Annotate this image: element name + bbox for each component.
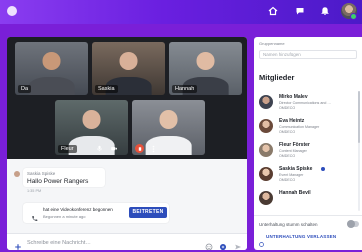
participant-name: Da (18, 85, 32, 93)
member-item[interactable]: Saskia Spiske Event Manager OMDECO (259, 165, 351, 187)
avatar (259, 191, 273, 205)
member-org: OMDECO (279, 178, 296, 182)
video-tile[interactable]: Saskia (92, 42, 165, 95)
mic-icon[interactable] (95, 144, 104, 153)
scrollbar-thumb[interactable] (358, 91, 360, 143)
attachment-icon[interactable] (219, 238, 227, 250)
message-text: Hallo Power Rangers (27, 178, 89, 185)
message-composer (7, 233, 247, 250)
member-org: OMDECO (279, 106, 296, 110)
toggle-knob (347, 220, 355, 228)
member-name: Saskia Spiske (279, 166, 313, 172)
camera-icon[interactable] (109, 144, 118, 153)
leave-conversation-link[interactable]: UNTERHALTUNG VERLASSEN (266, 234, 336, 239)
video-tile[interactable]: Hannah (169, 42, 242, 95)
member-item[interactable]: Hannah Bevil (259, 189, 351, 209)
message-input[interactable] (27, 237, 197, 248)
member-role: Content Manager (279, 149, 307, 153)
member-name: Eva Heintz (279, 118, 305, 124)
member-item[interactable]: Fleur Förster Content Manager OMDECO (259, 141, 351, 163)
send-icon[interactable] (234, 238, 242, 250)
members-scrollbar[interactable] (358, 91, 360, 211)
admin-badge (321, 167, 325, 171)
hangup-icon[interactable] (135, 144, 144, 153)
notice-time: Begonnen a minute ago (43, 214, 86, 219)
message-time: 1:35 PM (27, 189, 42, 193)
member-role: Communication Manager (279, 125, 320, 129)
mute-label: Unterhaltung stumm schalten (259, 222, 318, 227)
app-logo (7, 6, 17, 16)
member-item[interactable]: Eva Heintz Communication Manager OMDECO (259, 117, 351, 139)
group-name-input[interactable] (259, 50, 357, 59)
chat-message: Saskia Spiske Hallo Power Rangers (23, 168, 105, 187)
video-conference: Da Saskia Hannah Fleur (7, 37, 247, 159)
join-call-button[interactable]: BEITRETEN (129, 207, 167, 218)
participant-name: Hannah (172, 85, 198, 93)
phone-icon (31, 209, 38, 227)
more-icon[interactable] (149, 144, 158, 153)
member-name: Hannah Bevil (279, 190, 311, 196)
add-attachment-icon[interactable] (14, 238, 22, 250)
member-name: Fleur Förster (279, 142, 310, 148)
member-name: Mirko Malev (279, 94, 308, 100)
divider (254, 215, 362, 216)
group-name-label: Gruppenname (259, 41, 285, 46)
participant-name: Fleur (58, 145, 77, 153)
video-chat-card: Da Saskia Hannah Fleur Saskia Spiske Hal… (7, 37, 247, 250)
chat-icon[interactable] (295, 6, 305, 16)
notice-title: hat eine Videokonferenz begonnen (43, 207, 113, 212)
avatar (259, 167, 273, 181)
bell-icon[interactable] (320, 6, 330, 16)
emoji-icon[interactable] (205, 238, 213, 250)
member-org: OMDECO (279, 154, 296, 158)
avatar (259, 119, 273, 133)
sender-avatar (14, 171, 20, 177)
home-icon[interactable] (268, 6, 278, 16)
online-status-indicator (350, 13, 357, 20)
leave-icon (259, 234, 264, 250)
members-heading: Mitglieder (259, 73, 295, 82)
participant-name: Saskia (95, 85, 118, 93)
video-call-notice: hat eine Videokonferenz begonnen Begonne… (23, 203, 169, 223)
avatar (259, 95, 273, 109)
conversation-details-panel: Gruppenname Mitglieder Mirko Malev Direc… (254, 37, 362, 250)
member-role: Event Manager (279, 173, 304, 177)
video-tile[interactable]: Da (15, 42, 88, 95)
chat-messages: Saskia Spiske Hallo Power Rangers 1:35 P… (7, 159, 247, 233)
member-org: OMDECO (279, 130, 296, 134)
member-item[interactable]: Mirko Malev Director Communications and … (259, 93, 351, 115)
top-bar (0, 0, 362, 24)
member-role: Director Communications and … (279, 101, 331, 105)
message-sender: Saskia Spiske (27, 171, 56, 176)
avatar (259, 143, 273, 157)
mute-toggle[interactable] (347, 220, 359, 228)
